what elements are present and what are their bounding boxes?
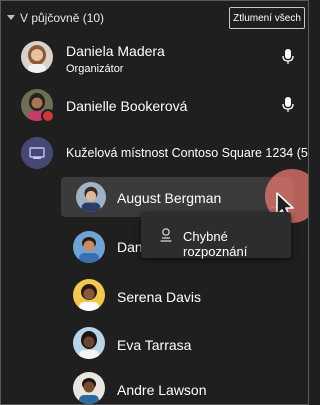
room-row[interactable]: Kuželová místnost Contoso Square 1234 (5… — [1, 135, 308, 175]
chevron-down-icon[interactable] — [7, 15, 15, 20]
microphone-icon[interactable] — [282, 97, 294, 113]
participant-name: Eva Tarrasa — [117, 337, 192, 353]
avatar — [76, 182, 106, 212]
participant-row[interactable]: Andre Lawson — [1, 371, 308, 404]
participant-row-selected[interactable]: August Bergman — [1, 177, 308, 217]
participant-name: Dan — [117, 239, 143, 255]
context-menu: Chybné rozpoznání — [141, 212, 291, 259]
menu-item-label: Chybné rozpoznání — [183, 229, 248, 259]
participant-row[interactable]: Eva Tarrasa — [1, 326, 308, 364]
mute-all-button[interactable]: Ztlumení všech — [229, 7, 305, 29]
participant-role: Organizátor — [66, 63, 124, 75]
section-header[interactable]: V půjčovně (10) Ztlumení všech — [1, 1, 308, 35]
participant-row[interactable]: Daniela Madera Organizátor — [1, 39, 308, 79]
participant-name: Andre Lawson — [117, 382, 207, 398]
participant-name: August Bergman — [117, 190, 222, 206]
participants-panel: V půjčovně (10) Ztlumení všech Daniela M… — [0, 0, 309, 405]
person-icon — [160, 228, 172, 242]
avatar — [73, 327, 105, 359]
presence-busy-icon — [41, 109, 55, 123]
avatar — [21, 41, 53, 73]
participant-name: Serena Davis — [117, 289, 202, 305]
avatar — [73, 231, 105, 263]
avatar — [73, 372, 105, 404]
section-title: V půjčovně (10) — [20, 11, 105, 25]
participant-name: Danielle Bookerová — [66, 98, 188, 114]
room-name: Kuželová místnost Contoso Square 1234 (5… — [66, 146, 309, 160]
microphone-icon[interactable] — [282, 49, 294, 65]
menu-item-misidentified[interactable]: Chybné rozpoznání — [141, 212, 291, 259]
avatar — [73, 279, 105, 311]
participant-name: Daniela Madera — [66, 43, 165, 59]
participant-row[interactable]: Danielle Bookerová — [1, 87, 308, 127]
participant-row[interactable]: Serena Davis — [1, 278, 308, 316]
room-icon — [21, 137, 53, 169]
